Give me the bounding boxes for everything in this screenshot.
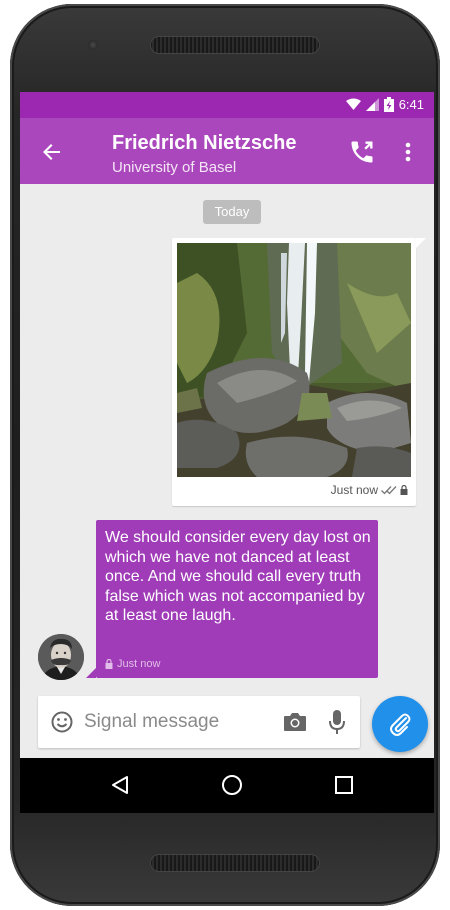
lock-icon [400,485,408,495]
conversation-toolbar: Friedrich Nietzsche University of Basel [20,118,434,184]
microphone-icon [329,710,345,734]
system-navigation-bar [20,758,434,813]
top-speaker-grille [150,36,320,54]
circle-home-icon [222,775,242,795]
emoji-button[interactable] [50,710,74,734]
front-camera [88,40,98,50]
compose-bar [38,696,360,748]
arrow-left-icon [43,144,60,160]
date-divider: Today [203,200,261,224]
incoming-timestamp: Just now [117,658,161,670]
nav-recents-button[interactable] [333,774,355,796]
more-vert-icon [405,142,411,162]
camera-button[interactable] [282,710,308,734]
camera-icon [284,713,306,731]
lock-icon [105,659,113,669]
back-button[interactable] [36,136,68,168]
contact-subtitle[interactable]: University of Basel [112,159,236,176]
square-recents-icon [335,776,353,794]
call-button[interactable] [348,138,376,166]
outgoing-message[interactable]: Just now [172,238,426,506]
status-bar: 6:41 [20,92,434,118]
incoming-message-meta: Just now [105,658,160,670]
nav-back-button[interactable] [108,773,132,797]
battery-charging-icon [383,97,394,112]
nav-home-button[interactable] [220,773,244,797]
phone-screen: 6:41 Friedrich Nietzsche University of B… [20,92,434,813]
message-input[interactable] [84,708,264,736]
microphone-button[interactable] [328,708,346,736]
incoming-message[interactable]: We should consider every day lost on whi… [86,520,378,678]
triangle-back-icon [112,776,128,794]
overflow-menu-button[interactable] [398,138,418,166]
double-check-icon [381,486,397,495]
contact-avatar[interactable] [38,634,84,680]
emoji-icon [51,711,73,733]
attach-button[interactable] [372,696,428,752]
status-time: 6:41 [398,97,424,112]
phone-icon [351,141,373,163]
wifi-icon [345,98,361,110]
outgoing-message-meta: Just now [331,483,408,497]
outgoing-timestamp: Just now [330,483,378,497]
contact-name[interactable]: Friedrich Nietzsche [112,132,297,155]
waterfall-photo[interactable] [177,243,411,477]
cell-signal-icon [365,98,379,111]
paperclip-icon [390,713,411,736]
bottom-speaker-grille [150,854,320,872]
incoming-message-text: We should consider every day lost on whi… [105,529,371,624]
